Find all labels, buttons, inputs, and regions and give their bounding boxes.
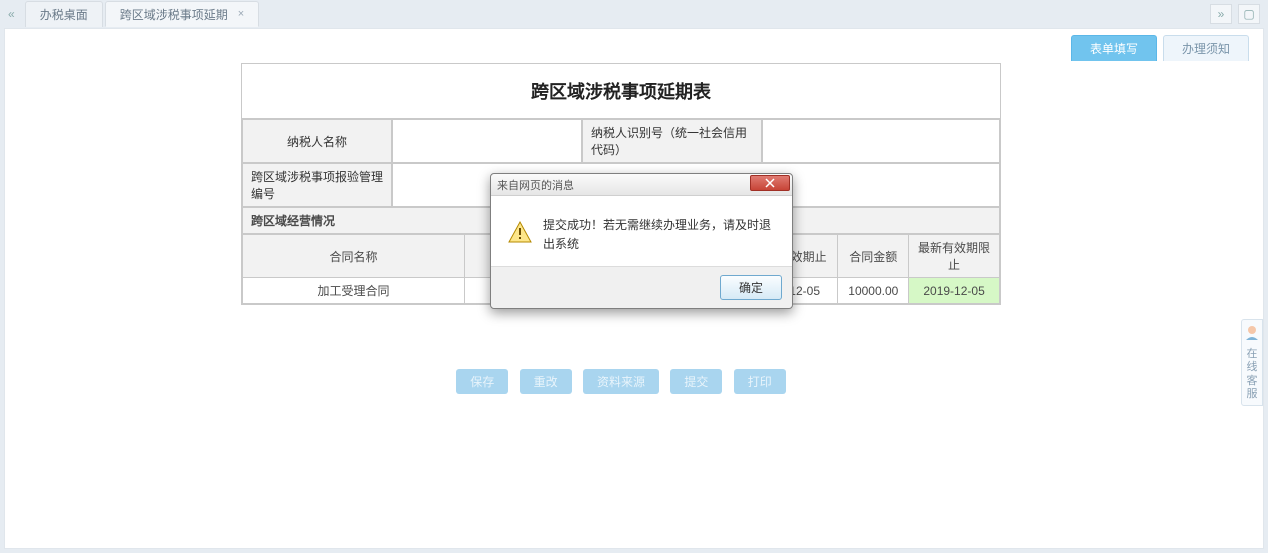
reset-button[interactable]: 重改 (520, 369, 572, 394)
alert-dialog: 来自网页的消息 提交成功！若无需继续办理业务，请及时退出系统 确定 (490, 173, 793, 309)
source-button[interactable]: 资料来源 (583, 369, 659, 394)
tab-home-label: 办税桌面 (40, 6, 88, 23)
action-buttons: 保存 重改 资料来源 提交 打印 (241, 369, 1001, 394)
online-support-widget[interactable]: 在线客服 (1241, 319, 1263, 406)
tab-fill-form-label: 表单填写 (1090, 42, 1138, 56)
chevrons-right-icon[interactable]: » (1210, 4, 1232, 24)
taxpayer-id-label: 纳税人识别号（统一社会信用代码） (582, 119, 762, 163)
tab-notice[interactable]: 办理须知 (1163, 35, 1249, 61)
mgmt-no-label: 跨区域涉税事项报验管理编号 (242, 163, 392, 207)
chevrons-left-icon[interactable]: « (8, 7, 15, 21)
taxpayer-name-label: 纳税人名称 (242, 119, 392, 163)
cell-contract-amount: 10000.00 (838, 278, 909, 304)
col-latest-valid: 最新有效期限止 (909, 235, 1000, 278)
tab-fill-form[interactable]: 表单填写 (1071, 35, 1157, 61)
tab-notice-label: 办理须知 (1182, 42, 1230, 56)
tab-current[interactable]: 跨区域涉税事项延期 × (105, 1, 259, 27)
dialog-ok-button[interactable]: 确定 (720, 275, 782, 300)
dialog-title: 来自网页的消息 (497, 177, 574, 193)
save-button[interactable]: 保存 (456, 369, 508, 394)
taxpayer-id-value (762, 119, 1000, 163)
submit-button[interactable]: 提交 (670, 369, 722, 394)
close-icon[interactable]: × (238, 8, 244, 20)
tab-bar: « 办税桌面 跨区域涉税事项延期 × » ▢ (0, 0, 1268, 28)
warning-icon (507, 220, 533, 254)
taxpayer-name-value (392, 119, 582, 163)
cell-contract-name: 加工受理合同 (243, 278, 465, 304)
page: 表单填写 办理须知 跨区域涉税事项延期表 纳税人名称 纳税人识别号（统一社会信用… (4, 28, 1264, 549)
cell-latest-valid[interactable]: 2019-12-05 (909, 278, 1000, 304)
support-avatar-icon (1244, 324, 1260, 340)
form-title: 跨区域涉税事项延期表 (242, 64, 1000, 119)
col-contract-amount: 合同金额 (838, 235, 909, 278)
print-button[interactable]: 打印 (734, 369, 786, 394)
dialog-close-button[interactable] (750, 175, 790, 191)
dialog-message: 提交成功！若无需继续办理业务，请及时退出系统 (543, 216, 776, 254)
tab-home[interactable]: 办税桌面 (25, 1, 103, 27)
tab-current-label: 跨区域涉税事项延期 (120, 6, 228, 23)
maximize-icon[interactable]: ▢ (1238, 4, 1260, 24)
col-contract-name: 合同名称 (243, 235, 465, 278)
close-x-icon (765, 178, 775, 188)
online-support-label: 在线客服 (1244, 348, 1260, 401)
